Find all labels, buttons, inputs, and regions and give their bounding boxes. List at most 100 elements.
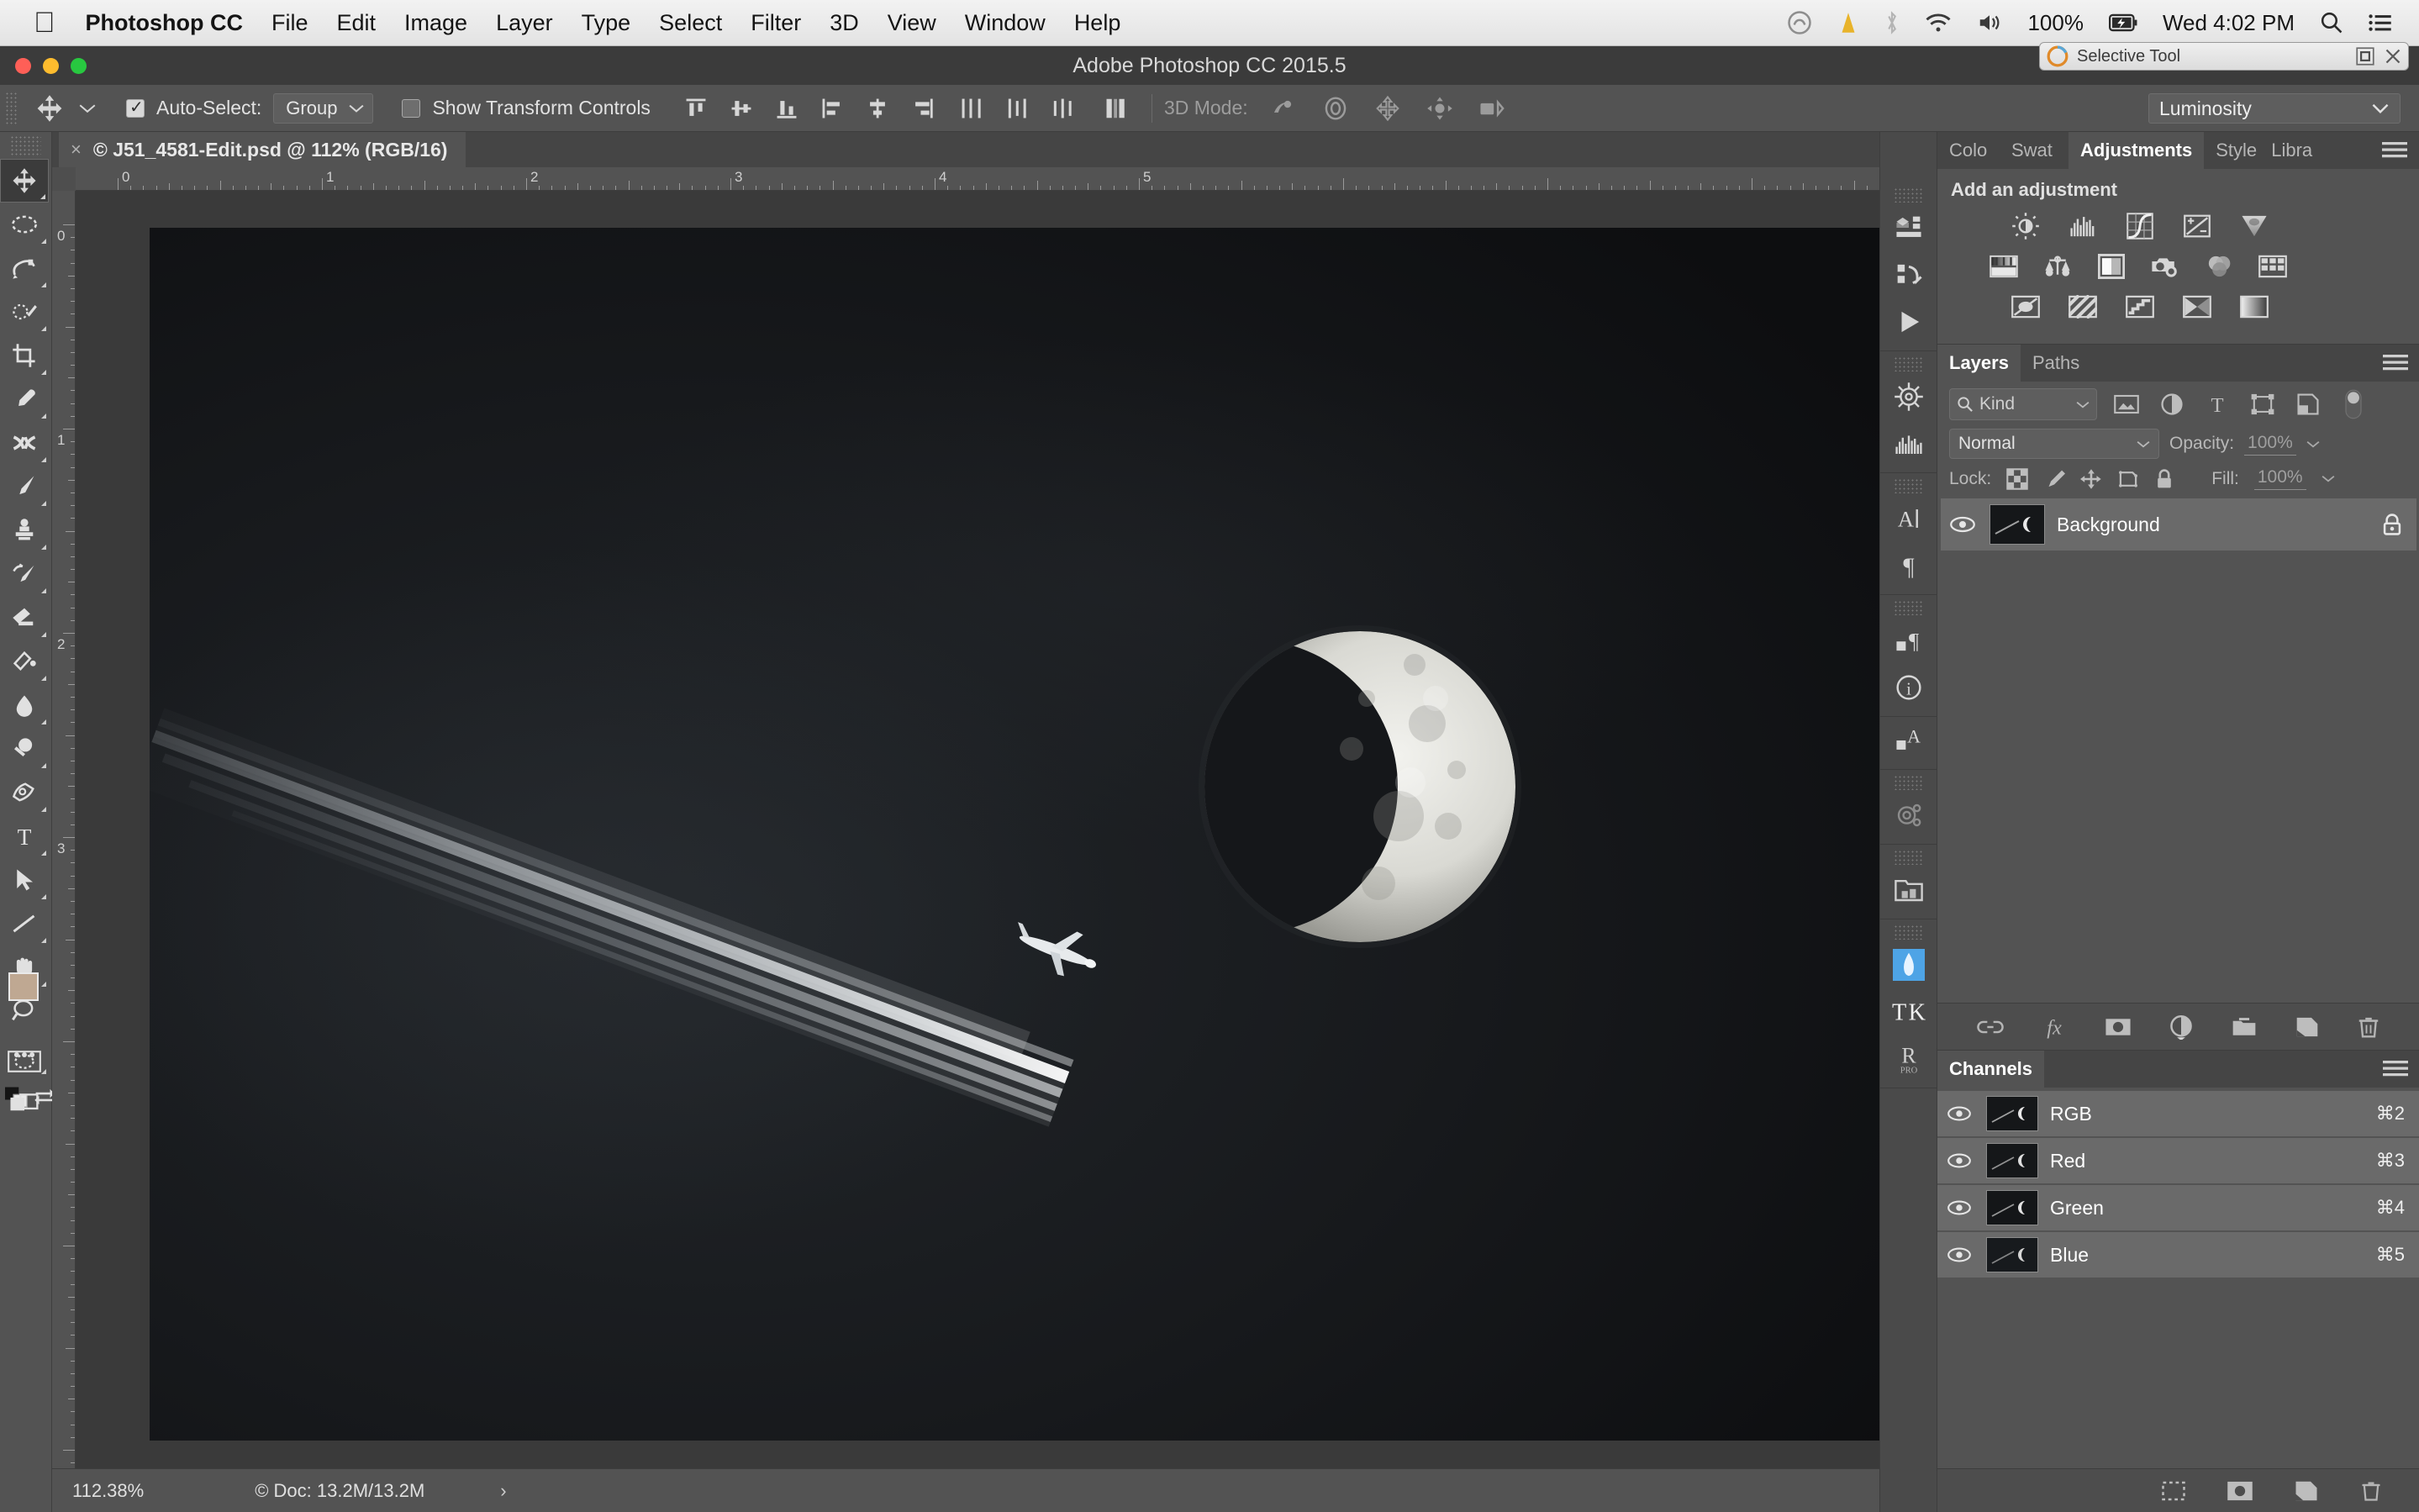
photo-filter-icon[interactable] xyxy=(2148,250,2183,283)
info-panel-icon[interactable]: i xyxy=(1880,664,1937,711)
tool-preset-chevron-down-icon[interactable] xyxy=(79,103,96,114)
rail-collapse-row[interactable] xyxy=(1880,132,1937,161)
slide-3d-object-icon[interactable] xyxy=(1426,96,1453,121)
align-left-edges-icon[interactable] xyxy=(820,97,844,120)
pen-tool[interactable] xyxy=(0,771,49,814)
eyedropper-tool[interactable] xyxy=(0,377,49,421)
auto-select-checkbox[interactable] xyxy=(126,97,145,118)
rail-grip[interactable] xyxy=(1894,775,1923,790)
menu-item-filter[interactable]: Filter xyxy=(751,10,801,36)
document-tab[interactable]: × © J51_4581-Edit.psd @ 112% (RGB/16) xyxy=(59,132,466,167)
path-selection-tool[interactable] xyxy=(0,858,49,902)
layer-blend-mode-dropdown[interactable]: Normal xyxy=(1949,429,2159,459)
close-icon[interactable]: × xyxy=(71,139,82,161)
dodge-tool[interactable] xyxy=(0,727,49,771)
library-folder-icon[interactable] xyxy=(1880,867,1937,914)
tools-panel-grip[interactable] xyxy=(10,135,41,157)
auto-select-scope-dropdown[interactable]: Group xyxy=(273,92,374,124)
menu-item-file[interactable]: File xyxy=(271,10,308,36)
filter-shape-icon[interactable] xyxy=(2247,388,2279,420)
new-group-icon[interactable] xyxy=(2230,1015,2258,1039)
tab-paths[interactable]: Paths xyxy=(2021,345,2091,382)
paragraph-styles-icon[interactable]: ¶ xyxy=(1880,617,1937,664)
fill-value[interactable]: 100% xyxy=(2253,467,2306,490)
lock-icon[interactable] xyxy=(2381,513,2403,536)
type-tool[interactable]: T xyxy=(0,814,49,858)
maximize-window-button[interactable] xyxy=(71,58,87,74)
menu-app-name[interactable]: Photoshop CC xyxy=(86,10,243,36)
paragraph-panel-icon[interactable]: ¶ xyxy=(1880,542,1937,589)
window-controls[interactable] xyxy=(15,58,87,74)
auto-align-layers-icon[interactable] xyxy=(1104,96,1130,121)
lock-image-pixels-icon[interactable] xyxy=(2043,468,2066,490)
close-window-button[interactable] xyxy=(15,58,31,74)
3d-panel-icon[interactable] xyxy=(1880,204,1937,251)
channel-thumbnail[interactable] xyxy=(1986,1096,2038,1131)
tab-channels[interactable]: Channels xyxy=(1937,1051,2045,1088)
zoom-level[interactable]: 112.38% xyxy=(72,1480,144,1502)
layer-filter-kind-dropdown[interactable]: Kind xyxy=(1949,388,2097,420)
line-tool[interactable] xyxy=(0,902,49,946)
close-icon[interactable] xyxy=(2385,48,2401,65)
eye-icon[interactable] xyxy=(1944,1246,1974,1263)
screen-mode-icon[interactable] xyxy=(0,1082,49,1125)
roll-3d-object-icon[interactable] xyxy=(1322,96,1349,121)
3d-actions-icon[interactable] xyxy=(1880,251,1937,298)
opacity-chevron-down-icon[interactable] xyxy=(2306,440,2320,449)
layer-name[interactable]: Background xyxy=(2057,514,2160,536)
rail-grip[interactable] xyxy=(1894,925,1923,940)
align-vertical-centers-icon[interactable] xyxy=(730,97,753,120)
drag-3d-object-icon[interactable] xyxy=(1374,95,1401,121)
curves-icon[interactable] xyxy=(2122,209,2158,243)
link-layers-icon[interactable] xyxy=(1976,1017,2005,1037)
table-row[interactable]: Green ⌘4 xyxy=(1937,1185,2419,1230)
character-styles-icon[interactable]: A xyxy=(1880,717,1937,764)
menu-item-window[interactable]: Window xyxy=(965,10,1046,36)
lock-position-icon[interactable] xyxy=(2080,468,2102,490)
quick-mask-mode-icon[interactable] xyxy=(0,1040,49,1083)
eye-icon[interactable] xyxy=(1944,1105,1974,1122)
magnetic-lasso-tool[interactable] xyxy=(0,246,49,290)
battery-charging-icon[interactable] xyxy=(2108,13,2137,32)
lock-all-icon[interactable] xyxy=(2154,468,2174,490)
filter-toggle-switch[interactable] xyxy=(2337,388,2369,420)
invert-icon[interactable] xyxy=(2008,290,2043,324)
filter-type-icon[interactable]: T xyxy=(2201,388,2233,420)
tab-swatches[interactable]: Swat xyxy=(2000,132,2069,169)
table-row[interactable]: RGB ⌘2 xyxy=(1937,1091,2419,1136)
document-image[interactable] xyxy=(150,228,1903,1441)
menu-item-layer[interactable]: Layer xyxy=(496,10,553,36)
tk-panel-icon[interactable]: T K xyxy=(1880,988,1937,1035)
scale-3d-object-icon[interactable] xyxy=(1478,97,1507,120)
histogram-icon[interactable] xyxy=(1880,420,1937,467)
tab-styles[interactable]: Style xyxy=(2204,132,2259,169)
raya-pro-icon[interactable]: R PRO xyxy=(1880,1035,1937,1083)
quick-selection-tool[interactable] xyxy=(0,290,49,334)
foreground-color-swatch[interactable] xyxy=(8,972,39,1001)
menu-item-3d[interactable]: 3D xyxy=(830,10,859,36)
rail-grip[interactable] xyxy=(1894,600,1923,615)
color-lookup-icon[interactable] xyxy=(2255,250,2290,283)
history-brush-tool[interactable] xyxy=(0,552,49,596)
gradient-map-icon[interactable] xyxy=(2237,290,2272,324)
elliptical-marquee-tool[interactable] xyxy=(0,203,49,246)
brightness-contrast-icon[interactable] xyxy=(2008,209,2043,243)
filter-adjustment-icon[interactable] xyxy=(2156,388,2188,420)
bluetooth-icon[interactable] xyxy=(1884,10,1900,35)
canvas-viewport[interactable] xyxy=(76,191,1903,1468)
opacity-value[interactable]: 100% xyxy=(2244,433,2296,456)
move-tool-icon[interactable] xyxy=(35,94,64,123)
clone-source-icon[interactable] xyxy=(1880,792,1937,839)
menu-item-edit[interactable]: Edit xyxy=(337,10,377,36)
distribute-vertical-centers-icon[interactable] xyxy=(1005,97,1029,120)
delete-channel-icon[interactable] xyxy=(2359,1479,2383,1503)
levels-icon[interactable] xyxy=(2065,209,2100,243)
brush-tool[interactable] xyxy=(0,465,49,508)
hue-saturation-icon[interactable] xyxy=(1986,250,2021,283)
color-balance-icon[interactable] xyxy=(2040,250,2075,283)
new-adjustment-layer-icon[interactable] xyxy=(2168,1014,2195,1040)
search-icon[interactable] xyxy=(2320,11,2343,34)
dropbox-icon[interactable] xyxy=(1837,10,1859,35)
navigator-icon[interactable] xyxy=(1880,373,1937,420)
minimize-window-button[interactable] xyxy=(43,58,59,74)
